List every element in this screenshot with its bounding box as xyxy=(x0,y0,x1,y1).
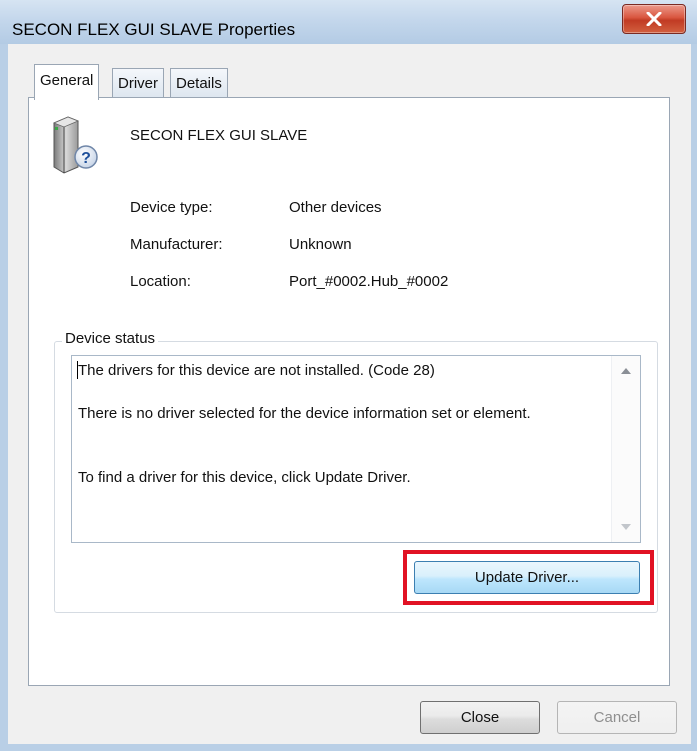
update-driver-button[interactable]: Update Driver... xyxy=(414,561,640,594)
tab-general-label: General xyxy=(40,72,94,89)
scroll-up-arrow-icon[interactable] xyxy=(621,368,631,374)
properties-window: SECON FLEX GUI SLAVE Properties General … xyxy=(0,0,697,751)
scroll-down-arrow-icon[interactable] xyxy=(621,524,631,530)
location-label: Location: xyxy=(130,273,191,290)
title-bar[interactable]: SECON FLEX GUI SLAVE Properties xyxy=(0,0,697,44)
unknown-device-icon: ? xyxy=(52,116,98,174)
window-title: SECON FLEX GUI SLAVE Properties xyxy=(12,20,296,39)
cancel-button[interactable]: Cancel xyxy=(557,701,677,734)
device-status-label: Device status xyxy=(62,330,159,347)
status-scrollbar[interactable] xyxy=(611,356,640,542)
device-name: SECON FLEX GUI SLAVE xyxy=(130,127,308,144)
tab-details[interactable]: Details xyxy=(170,68,228,98)
status-line-code: The drivers for this device are not inst… xyxy=(78,362,435,379)
close-button[interactable]: Close xyxy=(420,701,540,734)
close-x-icon xyxy=(646,12,662,26)
status-line-instruction: To find a driver for this device, click … xyxy=(78,469,411,486)
tab-general[interactable]: General xyxy=(34,64,100,100)
tab-details-label: Details xyxy=(176,75,222,92)
location-value: Port_#0002.Hub_#0002 xyxy=(289,273,449,290)
device-type-value: Other devices xyxy=(289,199,382,216)
tab-driver[interactable]: Driver xyxy=(112,68,164,98)
svg-text:?: ? xyxy=(81,150,91,167)
manufacturer-label: Manufacturer: xyxy=(130,236,223,253)
device-status-textbox[interactable]: The drivers for this device are not inst… xyxy=(71,355,641,543)
status-line-no-driver: There is no driver selected for the devi… xyxy=(78,405,531,422)
window-close-button[interactable] xyxy=(622,4,686,34)
manufacturer-value: Unknown xyxy=(289,236,352,253)
tab-driver-label: Driver xyxy=(118,75,158,92)
device-type-label: Device type: xyxy=(130,199,213,216)
